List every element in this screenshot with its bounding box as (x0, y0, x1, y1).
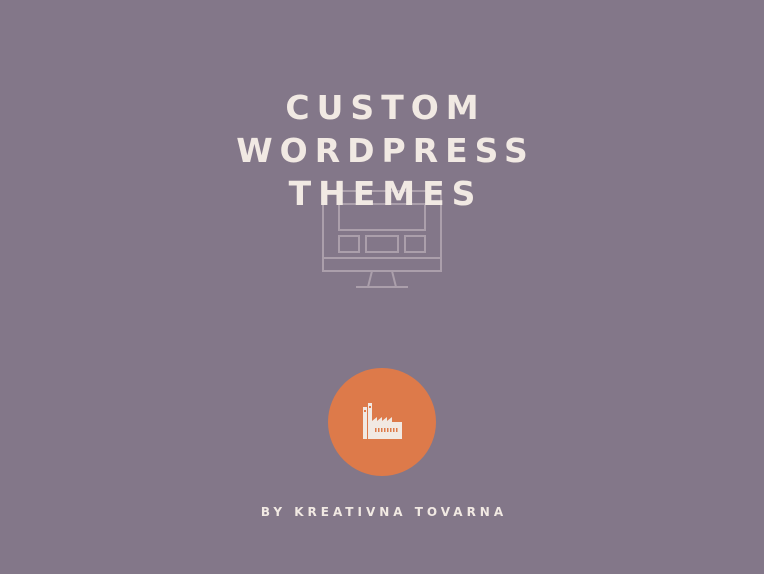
title-line-3: THEMES (288, 174, 483, 213)
byline: BY KREATIVNA TOVARNA (0, 505, 764, 519)
title-line-1: CUSTOM (285, 88, 486, 127)
title-line-2: WORDPRESS (236, 131, 535, 170)
byline-text: BY KREATIVNA TOVARNA (260, 505, 508, 519)
factory-icon (363, 403, 402, 439)
brand-logo (328, 368, 436, 476)
page-title: CUSTOM WORDPRESS THEMES (0, 86, 764, 215)
